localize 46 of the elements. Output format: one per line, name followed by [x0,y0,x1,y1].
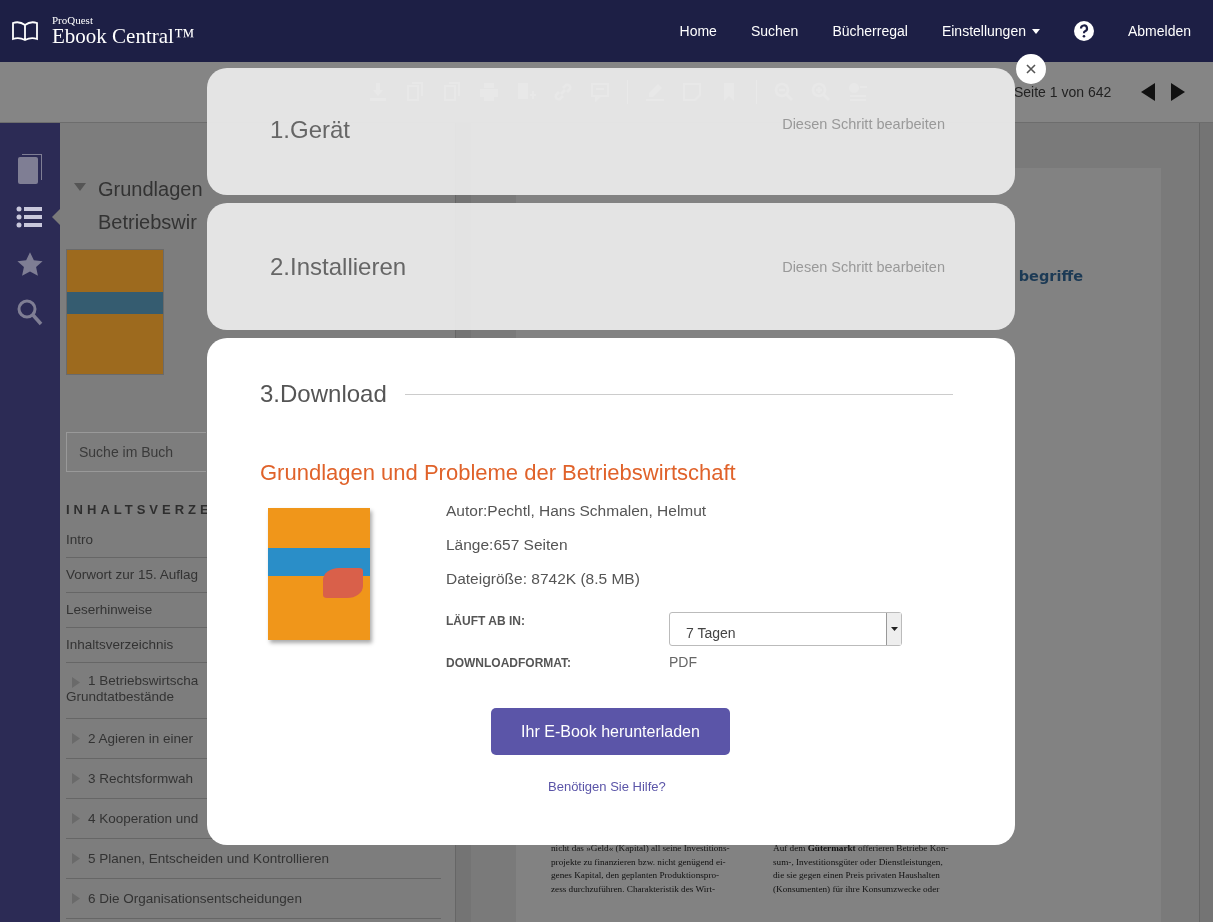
chapter-heading: begriffe [1018,268,1083,284]
text-line: genes Kapital, den geplanten Produktionspro- [551,869,721,882]
search-field[interactable]: Suche im Buch [66,432,206,472]
previous-page-icon[interactable] [1141,83,1156,101]
text-line: sum-, Investitionsgüter oder Dienstleistungen, [773,855,944,869]
search-icon[interactable] [17,299,43,327]
field-label: LÄUFT AB IN: [446,614,526,628]
expiry-dropdown[interactable]: 7 Tagen [669,612,902,646]
open-book-icon[interactable] [12,21,38,41]
text-line: nicht das »Geld« (Kapital) all seine Investitions- [551,842,731,855]
nav-link[interactable]: Suchen [750,23,799,39]
help-icon[interactable] [1073,21,1094,41]
field-label: DOWNLOADFORMAT: [446,656,573,670]
text-line: zess durchzuführen. Charakteristik des Wirt- [551,882,716,896]
book-title: Betriebswir [98,210,198,235]
field-value: PDF [669,654,697,670]
settings-menu[interactable]: Einstellungen [941,23,1040,39]
text-line: projekte zu finanzieren bzw. nicht genügend ei- [551,855,727,869]
brand-name: ProQuest [52,15,94,26]
download-button[interactable]: Ihr E-Book herunterladen [491,708,730,755]
star-icon[interactable] [16,251,44,279]
caret-icon [890,627,898,631]
step-title: 2.Installieren [270,252,407,281]
text-line: (Konsumenten) für ihre Konsumzwecke oder [773,882,941,896]
step-title: 1.Gerät [270,116,351,144]
text-line: die sie gegen einen Preis privaten Haushalten [773,869,941,882]
next-page-icon[interactable] [1171,83,1186,101]
book-title: Grundlagen [98,177,203,202]
product-name[interactable]: Ebook Central™ [52,26,195,47]
nav-link[interactable]: Home [679,23,717,39]
book-detail: Autor:Pechtl, Hans Schmalen, Helmut [446,501,708,521]
list-icon[interactable] [16,205,44,229]
book-detail: Dateigröße: 8742K (8.5 MB) [446,569,641,589]
nav-link[interactable]: Bücherregal [832,23,908,39]
book-title: Grundlagen und Probleme der Betriebswirtschaft [260,460,737,486]
text-line: Auf dem Gütermarkt offerieren Betriebe Kon- [773,842,950,855]
page-indicator: Seite 1 von 642 [1014,84,1112,100]
caret-icon [1031,28,1040,34]
scrollbar[interactable] [1199,123,1213,922]
help-link[interactable]: Benötigen Sie Hilfe? [548,779,666,794]
book-detail: Länge:657 Seiten [446,535,569,555]
collapse-triangle-icon[interactable] [74,183,86,191]
step-title: 3.Download [260,380,387,408]
logout-link[interactable]: Abmelden [1127,23,1191,39]
close-icon [1026,64,1036,74]
book-icon[interactable] [18,154,42,184]
